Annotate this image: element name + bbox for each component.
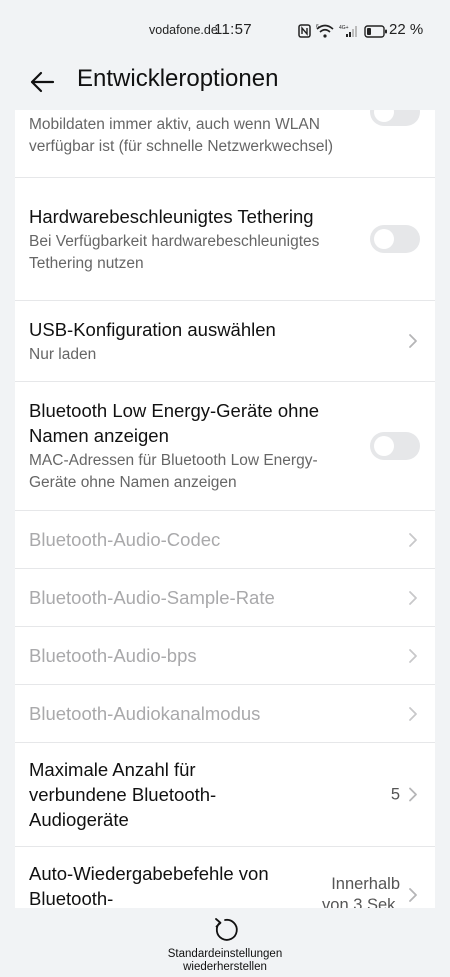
- battery-percent: 22 %: [389, 21, 424, 38]
- setting-bt-channel-mode: Bluetooth-Audiokanalmodus: [15, 685, 435, 743]
- svg-text:4G+: 4G+: [339, 25, 349, 31]
- toggle-knob: [374, 110, 394, 122]
- setting-ble-devices-subtitle: MAC-Adressen für Bluetooth Low Energy-Ge…: [29, 452, 318, 491]
- svg-text:6: 6: [316, 24, 319, 30]
- signal-icon: 4G+: [339, 25, 357, 37]
- setting-auto-playback-value: Innerhalb von 3 Sek.: [322, 875, 400, 908]
- settings-card: Mobildaten immer aktiv, auch wenn WLAN v…: [15, 110, 435, 908]
- setting-auto-playback[interactable]: Auto-Wiedergabebefehle von Bluetooth- In…: [15, 847, 435, 908]
- arrow-left-icon: [30, 71, 55, 93]
- setting-tethering-subtitle: Bei Verfügbarkeit hardwarebeschleunigtes…: [29, 232, 320, 272]
- setting-usb-config-title: USB-Konfiguration auswählen: [29, 318, 276, 340]
- setting-max-devices-value: 5: [390, 785, 400, 803]
- chevron-right-icon: [409, 590, 417, 605]
- setting-bt-channel-mode-title: Bluetooth-Audiokanalmodus: [29, 703, 261, 724]
- status-bar: vodafone.de 11:57 6 4G+ 22 %: [0, 0, 450, 56]
- setting-max-devices-title: Maximale Anzahl für verbundene Bluetooth…: [29, 759, 217, 830]
- setting-usb-config-subtitle: Nur laden: [29, 345, 97, 363]
- toggle-knob: [374, 229, 394, 249]
- nfc-icon: [298, 24, 311, 38]
- battery-icon: [364, 24, 387, 38]
- toggle-knob: [374, 436, 394, 456]
- settings-list: Mobildaten immer aktiv, auch wenn WLAN v…: [15, 110, 435, 908]
- setting-mobile-data-subtitle: Mobildaten immer aktiv, auch wenn WLAN v…: [29, 115, 334, 155]
- chevron-right-icon: [409, 706, 417, 721]
- mobile-data-toggle[interactable]: [370, 110, 420, 126]
- setting-tethering-title: Hardwarebeschleunigtes Tethering: [29, 205, 314, 227]
- carrier-label: vodafone.de: [149, 23, 218, 37]
- wifi-icon: 6: [316, 24, 334, 38]
- setting-max-devices-value-wrap: 5: [391, 784, 418, 805]
- setting-bt-bps-title: Bluetooth-Audio-bps: [29, 645, 197, 666]
- setting-tethering[interactable]: Hardwarebeschleunigtes Tethering Bei Ver…: [15, 178, 435, 301]
- reset-defaults-label: Standardeinstellungen wiederherstellen: [167, 948, 283, 973]
- setting-bt-bps: Bluetooth-Audio-bps: [15, 627, 435, 685]
- setting-max-devices[interactable]: Maximale Anzahl für verbundene Bluetooth…: [15, 743, 435, 847]
- setting-bt-codec: Bluetooth-Audio-Codec: [15, 511, 435, 569]
- chevron-right-icon: [409, 787, 417, 802]
- page-title: Entwickleroptionen: [77, 65, 279, 92]
- tethering-toggle[interactable]: [370, 225, 420, 253]
- setting-usb-config[interactable]: USB-Konfiguration auswählen Nur laden: [15, 301, 435, 382]
- chevron-right-icon: [409, 888, 417, 902]
- setting-mobile-data[interactable]: Mobildaten immer aktiv, auch wenn WLAN v…: [15, 110, 435, 178]
- chevron-right-icon: [409, 648, 417, 663]
- chevron-right-icon: [409, 334, 417, 348]
- back-button[interactable]: [22, 64, 62, 100]
- setting-ble-devices[interactable]: Bluetooth Low Energy-Geräte ohne Namen a…: [15, 382, 435, 511]
- app-header: Entwickleroptionen: [0, 56, 450, 108]
- status-time: 11:57: [214, 21, 252, 38]
- chevron-right-icon: [409, 532, 417, 547]
- setting-bt-codec-title: Bluetooth-Audio-Codec: [29, 529, 221, 550]
- ble-devices-toggle[interactable]: [370, 432, 420, 460]
- setting-auto-playback-value-wrap: Innerhalb von 3 Sek.: [314, 874, 418, 908]
- setting-bt-sample-rate-title: Bluetooth-Audio-Sample-Rate: [29, 587, 275, 608]
- setting-ble-devices-title: Bluetooth Low Energy-Geräte ohne Namen a…: [29, 400, 320, 446]
- reset-defaults-button[interactable]: Standardeinstellungen wiederherstellen: [150, 916, 300, 976]
- setting-auto-playback-title: Auto-Wiedergabebefehle von Bluetooth-: [29, 863, 269, 908]
- footer-bar: Standardeinstellungen wiederherstellen: [0, 908, 450, 977]
- reset-icon: [215, 918, 238, 941]
- status-icons: 6 4G+: [298, 21, 388, 41]
- setting-bt-sample-rate: Bluetooth-Audio-Sample-Rate: [15, 569, 435, 627]
